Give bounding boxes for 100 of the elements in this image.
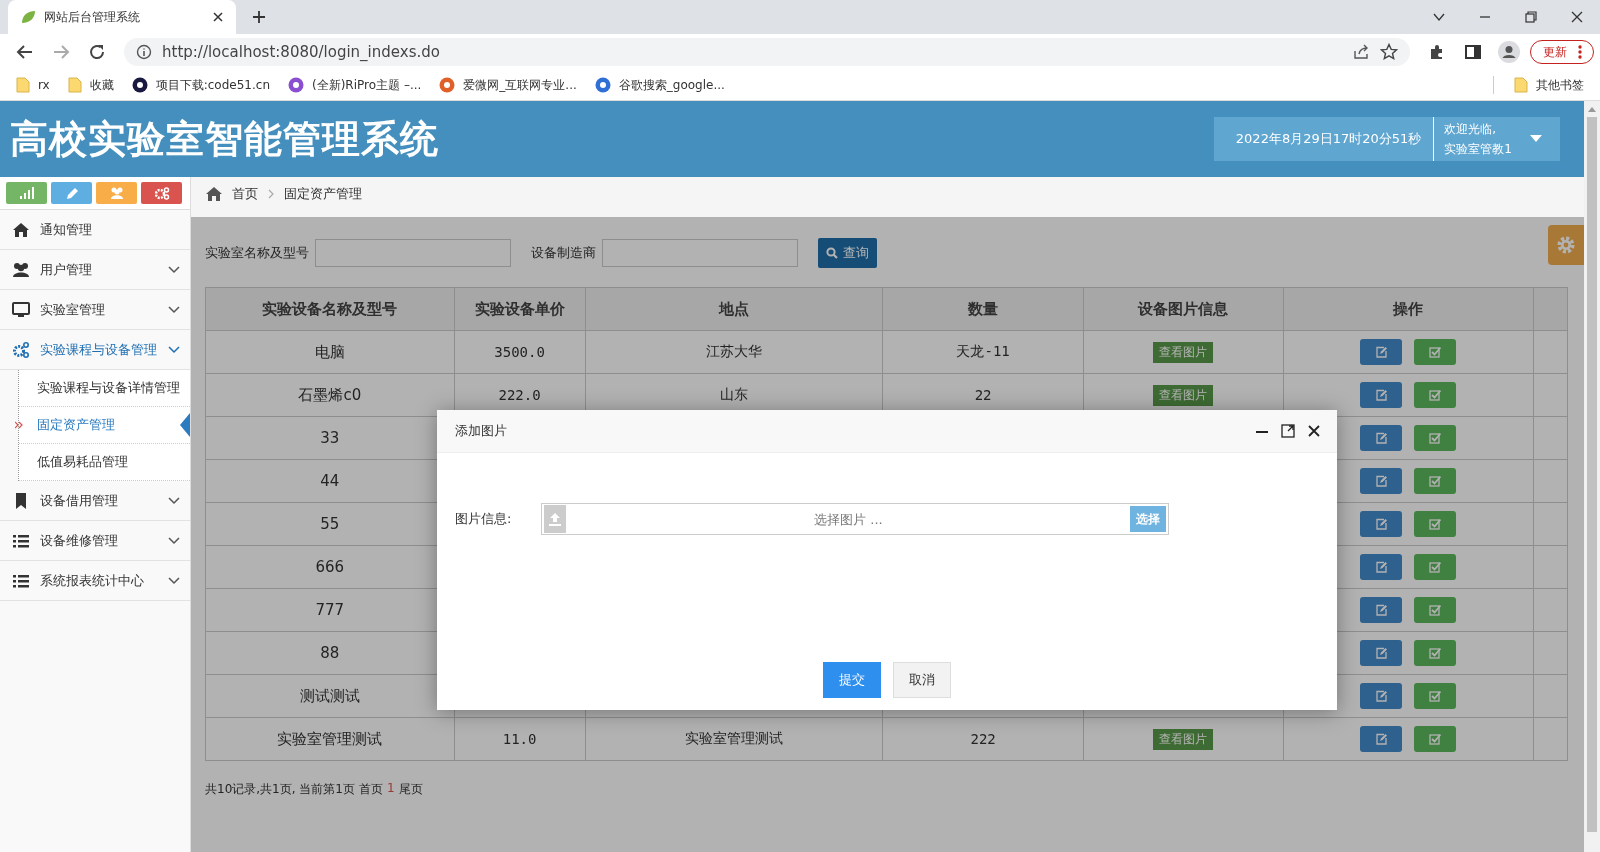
edit-button[interactable] [1360,640,1403,666]
share-icon[interactable] [1352,43,1370,61]
edit-icon [1375,518,1388,530]
bookmark[interactable]: 项目下载:code51.cn [125,76,276,94]
more-icon [1577,44,1583,60]
approve-button[interactable] [1414,640,1457,666]
maximize-icon[interactable] [1281,424,1295,438]
update-button[interactable]: 更新 [1530,40,1594,64]
gears-icon [12,340,30,359]
approve-button[interactable] [1414,554,1457,580]
chevron-right-icon [268,189,274,199]
users-icon [108,186,125,200]
checkbox-icon [1429,432,1442,444]
checkbox-icon [1429,647,1442,659]
field-label: 设备制造商 [531,244,596,262]
approve-button[interactable] [1414,597,1457,623]
toolbar-button[interactable] [51,182,92,204]
checkbox-icon [1429,561,1442,573]
edit-button[interactable] [1360,726,1403,752]
folder-icon [67,77,82,93]
table-cell: 实验室管理测试 [205,717,455,761]
approve-button[interactable] [1414,726,1457,752]
approve-button[interactable] [1414,425,1457,451]
approve-button[interactable] [1414,468,1457,494]
toolbar-button[interactable] [6,182,47,204]
search-icon [826,247,838,259]
upload-icon [544,505,567,533]
info-icon [136,44,152,60]
edit-button[interactable] [1360,554,1403,580]
edit-button[interactable] [1360,425,1403,451]
monitor-icon [12,300,30,319]
browser-tab[interactable]: 网站后台管理系统 [8,0,236,34]
home-icon [12,220,30,239]
leaf-icon [20,9,36,25]
address-field[interactable]: http://localhost:8080/login_indexs.do [124,38,1410,66]
submenu-item[interactable]: 固定资产管理 [19,407,190,444]
bookmark[interactable]: (全新)RiPro主题 –... [282,76,428,94]
edit-button[interactable] [1360,511,1403,537]
star-icon[interactable] [1380,43,1398,61]
caret-icon [1530,135,1542,143]
bookmark[interactable]: 谷歌搜索_google... [588,76,731,94]
edit-icon [1375,432,1388,444]
table-cell: 222 [882,717,1084,761]
column-header: 地点 [585,287,883,331]
column-header: 实验设备名称及型号 [205,287,455,331]
checkbox-icon [1429,604,1442,616]
site-title: 高校实验室智能管理系统 [10,115,439,163]
bookmark[interactable]: 收藏 [61,76,120,94]
signal-icon [18,186,35,200]
toolbar-button[interactable] [96,182,137,204]
double-chevron-icon [15,421,23,429]
pager-summary: 共10记录,共1页, 当前第1页 [205,781,355,798]
edit-button[interactable] [1360,468,1403,494]
column-header: 实验设备单价 [454,287,585,331]
field-label: 实验室名称及型号 [205,244,309,262]
bookmark[interactable]: rx [10,77,56,93]
close-icon[interactable] [212,11,224,23]
submenu-item[interactable]: 实验课程与设备详情管理 [19,370,190,407]
checkbox-icon [1429,518,1442,530]
home-icon [206,187,222,201]
search-field[interactable] [602,239,798,267]
close-icon[interactable] [1307,424,1321,438]
field-label: 图片信息: [455,510,512,528]
scrollbar-thumb[interactable] [1587,117,1597,832]
plus-icon[interactable] [252,10,266,24]
breadcrumb-link[interactable]: 固定资产管理 [284,185,362,203]
edit-button[interactable] [1360,382,1403,408]
table-cell: 11.0 [454,717,585,761]
edit-button[interactable] [1360,683,1403,709]
bookmark[interactable]: 爱微网_互联网专业... [433,76,583,94]
date-time: 2022年8月29日17时20分51秒 [1213,117,1435,161]
edit-icon [1375,604,1388,616]
cancel-button[interactable]: 取消 [893,662,951,698]
search-field[interactable] [315,239,511,267]
table-cell: 天龙-11 [882,330,1084,374]
edit-icon [1375,389,1388,401]
approve-button[interactable] [1414,382,1457,408]
approve-button[interactable] [1414,339,1457,365]
last-page-link[interactable]: 尾页 [398,781,423,798]
column-header: 操作 [1283,287,1534,331]
checkbox-icon [1429,475,1442,487]
checkbox-icon [1429,389,1442,401]
column-header: 数量 [882,287,1084,331]
search-button[interactable]: 查询 [818,238,877,268]
toolbar-button[interactable] [141,182,182,204]
folder-icon [16,77,30,93]
edit-button[interactable] [1360,597,1403,623]
edit-button[interactable] [1360,339,1403,365]
first-page-link[interactable]: 首页 [359,781,383,798]
dialog-title: 添加图片 [455,422,507,440]
breadcrumb-link[interactable]: 首页 [232,185,258,203]
folder-icon [1514,77,1528,93]
gears-icon [153,186,170,200]
bookmark-folder[interactable]: 其他书签 [1508,76,1590,94]
checkbox-icon [1429,733,1442,745]
approve-button[interactable] [1414,683,1457,709]
settings-icon[interactable] [1548,225,1584,265]
edit-icon [1375,690,1388,702]
users-icon [12,260,30,279]
approve-button[interactable] [1414,511,1457,537]
